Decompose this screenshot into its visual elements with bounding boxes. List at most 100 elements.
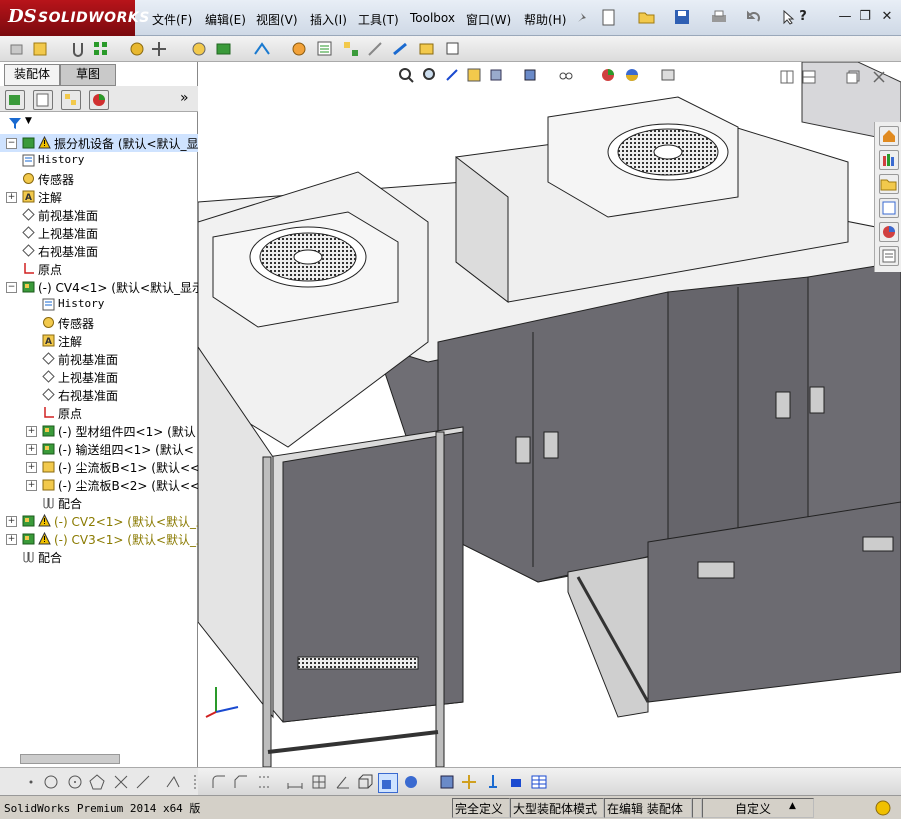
collapse-icon[interactable]: −: [6, 138, 17, 149]
reference-geometry-icon[interactable]: [253, 40, 271, 58]
save-icon[interactable]: [674, 9, 690, 25]
zoom-to-fit-icon[interactable]: [398, 67, 414, 83]
tree-item[interactable]: 传感器: [0, 314, 198, 332]
tree-item[interactable]: 原点: [0, 404, 198, 422]
tree-item[interactable]: A 注解: [0, 332, 198, 350]
show-hidden-icon[interactable]: [190, 40, 208, 58]
move-triad-icon[interactable]: [460, 773, 478, 791]
menu-help[interactable]: 帮助(H): [524, 11, 566, 28]
expand-icon[interactable]: +: [26, 462, 37, 473]
chamfer-icon[interactable]: [232, 773, 250, 791]
solidworks-resources-icon[interactable]: [879, 126, 899, 146]
configuration-manager-icon[interactable]: [61, 90, 81, 110]
polygon-icon[interactable]: [88, 773, 106, 791]
apply-scene-icon[interactable]: [624, 67, 640, 83]
split-horizontal-icon[interactable]: [780, 70, 794, 84]
viewport-close-icon[interactable]: [872, 70, 886, 84]
mirror-icon[interactable]: [186, 773, 204, 791]
circle-icon[interactable]: [42, 773, 60, 791]
rotate-icon[interactable]: [484, 773, 502, 791]
units-selector[interactable]: 自定义 ▲: [702, 798, 814, 818]
smart-fasteners-icon[interactable]: [128, 40, 146, 58]
tree-item[interactable]: + A 注解: [0, 188, 198, 206]
tree-item[interactable]: 右视基准面: [0, 242, 198, 260]
restore-button[interactable]: ❐: [856, 8, 874, 26]
tree-item[interactable]: + (-) 尘流板B<1> (默认<<: [0, 458, 198, 476]
featuremanager-tree-icon[interactable]: [5, 90, 25, 110]
collapse-icon[interactable]: −: [6, 282, 17, 293]
tree-item[interactable]: + (-) CV3<1> (默认<默认_显: [0, 530, 198, 548]
expand-icon[interactable]: +: [6, 192, 17, 203]
menu-tools[interactable]: 工具(T): [358, 11, 399, 28]
expand-icon[interactable]: +: [6, 516, 17, 527]
undo-icon[interactable]: [746, 9, 762, 25]
expand-icon[interactable]: +: [26, 444, 37, 455]
hide-show-items-icon[interactable]: [558, 67, 574, 83]
new-motion-study-icon[interactable]: [290, 40, 308, 58]
menu-toolbox[interactable]: Toolbox: [410, 11, 455, 25]
linear-pattern-icon[interactable]: [92, 40, 110, 58]
tree-item[interactable]: − 振分机设备 (默认<默认_显: [0, 134, 198, 152]
pin-icon[interactable]: [574, 10, 590, 26]
display-dropdown-icon[interactable]: [402, 773, 420, 791]
tree-item[interactable]: History: [0, 152, 198, 170]
tree-item[interactable]: 上视基准面: [0, 224, 198, 242]
tree-item[interactable]: 配合: [0, 548, 198, 566]
view-settings-icon[interactable]: [660, 67, 676, 83]
centerpoint-circle-icon[interactable]: [66, 773, 84, 791]
tree-item[interactable]: 右视基准面: [0, 386, 198, 404]
section-view-icon[interactable]: [466, 67, 482, 83]
mate-icon[interactable]: [70, 40, 88, 58]
fillet-icon[interactable]: [210, 773, 228, 791]
split-vertical-icon[interactable]: [802, 70, 816, 84]
table-icon[interactable]: [530, 773, 548, 791]
design-library-icon[interactable]: [879, 150, 899, 170]
bill-of-materials-icon[interactable]: [316, 40, 334, 58]
view-orientation-icon[interactable]: [488, 67, 504, 83]
dimension-icon[interactable]: [256, 773, 274, 791]
new-part-icon[interactable]: [32, 40, 50, 58]
explode-line-sketch-icon[interactable]: [366, 40, 384, 58]
clearance-verification-icon[interactable]: [418, 40, 436, 58]
view-palette-icon[interactable]: [879, 198, 899, 218]
tree-item[interactable]: − (-) CV4<1> (默认<默认_显示: [0, 278, 198, 296]
view-cube-icon[interactable]: [356, 773, 374, 791]
tree-item[interactable]: + (-) 尘流板B<2> (默认<<: [0, 476, 198, 494]
tree-item[interactable]: + (-) 型材组件四<1> (默认: [0, 422, 198, 440]
horizontal-scrollbar[interactable]: [20, 754, 120, 764]
trim-icon[interactable]: [112, 773, 130, 791]
new-document-icon[interactable]: [601, 8, 617, 28]
menu-file[interactable]: 文件(F): [152, 11, 192, 28]
move-component-icon[interactable]: [150, 40, 168, 58]
tree-item[interactable]: + (-) CV2<1> (默认<默认_显: [0, 512, 198, 530]
instant3d-icon[interactable]: [444, 40, 462, 58]
edit-appearance-icon[interactable]: [600, 67, 616, 83]
rebuild-icon[interactable]: [874, 799, 892, 817]
viewport-restore-icon[interactable]: [846, 70, 860, 84]
tree-item[interactable]: 前视基准面: [0, 350, 198, 368]
filter-dropdown-icon[interactable]: ▼: [25, 116, 32, 126]
menu-insert[interactable]: 插入(I): [310, 11, 347, 28]
graphics-viewport[interactable]: [198, 62, 901, 767]
display-manager-icon[interactable]: [89, 90, 109, 110]
angle-icon[interactable]: [334, 773, 352, 791]
tree-item[interactable]: 前视基准面: [0, 206, 198, 224]
tree-item[interactable]: 原点: [0, 260, 198, 278]
camera-icon[interactable]: [508, 773, 526, 791]
custom-properties-icon[interactable]: [879, 246, 899, 266]
tree-item[interactable]: 上视基准面: [0, 368, 198, 386]
grid-icon[interactable]: [310, 773, 328, 791]
property-manager-icon[interactable]: [33, 90, 53, 110]
solidworks-logo[interactable]: DS SOLIDWORKS: [0, 0, 149, 36]
expand-icon[interactable]: +: [6, 534, 17, 545]
zoom-to-area-icon[interactable]: [422, 67, 438, 83]
mass-properties-icon[interactable]: [438, 773, 456, 791]
offset-entities-icon[interactable]: [164, 773, 182, 791]
appearances-scenes-icon[interactable]: [879, 222, 899, 242]
close-button[interactable]: ✕: [878, 8, 896, 26]
assembly-features-icon[interactable]: [215, 40, 233, 58]
shaded-with-edges-icon[interactable]: [378, 773, 398, 793]
file-explorer-icon[interactable]: [879, 174, 899, 194]
open-folder-icon[interactable]: [638, 9, 656, 25]
help-button[interactable]: ?: [794, 8, 812, 26]
